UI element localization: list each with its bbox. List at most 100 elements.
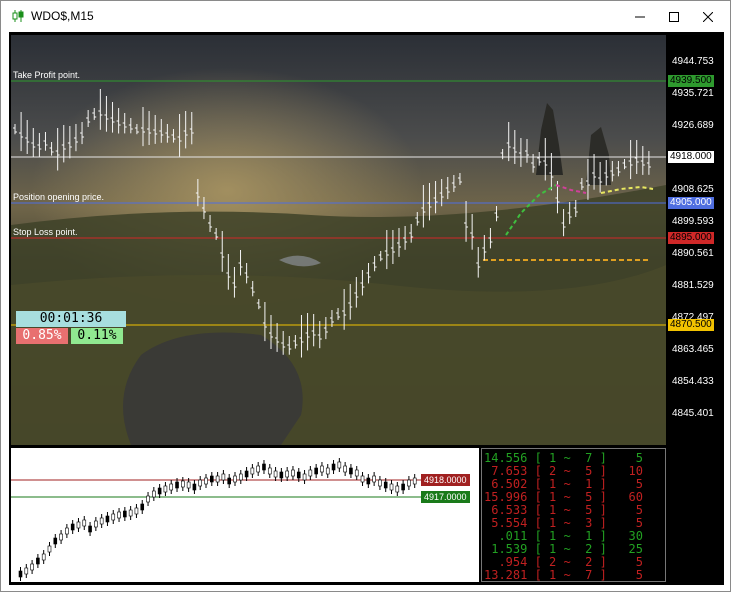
close-icon bbox=[703, 11, 713, 22]
sub-candle-body bbox=[65, 527, 69, 535]
minimize-button[interactable] bbox=[623, 1, 657, 32]
axis-tick: 4881.529 bbox=[672, 280, 714, 291]
maximize-icon bbox=[669, 11, 679, 22]
stats-row: 5.554 [ 1 ~ 3 ] 5 bbox=[484, 516, 643, 530]
candlestick-chart-icon bbox=[12, 10, 24, 22]
sub-candle-body bbox=[378, 479, 382, 487]
sub-candle-body bbox=[169, 483, 174, 491]
opening-price-badge: 4905.000 bbox=[668, 197, 714, 209]
sub-candle-body bbox=[157, 487, 162, 495]
sub-candle-body bbox=[354, 469, 359, 477]
sub-candle-body bbox=[152, 490, 156, 498]
stats-row: 14.556 [ 1 ~ 7 ] 5 bbox=[484, 451, 643, 465]
sub-candle-body bbox=[18, 570, 23, 578]
axis-tick: 4845.401 bbox=[672, 408, 714, 419]
sub-candle-body bbox=[186, 481, 191, 489]
sub-candle-body bbox=[76, 521, 81, 529]
price-axis[interactable]: 4944.753 4935.721 4926.689 4908.625 4899… bbox=[666, 35, 724, 445]
maximize-button[interactable] bbox=[657, 1, 691, 32]
sub-candle-body bbox=[372, 475, 376, 483]
sub-candle-body bbox=[204, 477, 208, 485]
sub-candle-body bbox=[279, 471, 284, 479]
green-trend-dashes bbox=[505, 184, 557, 236]
close-button[interactable] bbox=[691, 1, 725, 32]
yellow-trend-dashes bbox=[600, 185, 654, 194]
sub-red-badge: 4918.0000 bbox=[421, 474, 470, 486]
sub-candle-body bbox=[267, 467, 272, 475]
stats-row: 15.996 [ 1 ~ 5 ] 60 bbox=[484, 490, 643, 504]
stats-row: .011 [ 1 ~ 1 ] 30 bbox=[484, 529, 643, 543]
sub-candle-body bbox=[36, 557, 40, 565]
sub-candle-body bbox=[407, 479, 411, 487]
main-chart-overlay bbox=[11, 80, 666, 358]
take-profit-price-badge: 4939.500 bbox=[668, 75, 714, 87]
sub-candle-body bbox=[163, 485, 168, 493]
sub-candle-body bbox=[146, 495, 150, 503]
stop-loss-price-badge: 4895.000 bbox=[668, 232, 714, 244]
axis-tick: 4899.593 bbox=[672, 216, 714, 227]
sub-candle-body bbox=[273, 470, 278, 478]
title-bar[interactable]: WDO$,M15 bbox=[1, 1, 730, 32]
stats-table: 14.556 [ 1 ~ 7 ] 5 7.653 [ 2 ~ 5 ] 10 6.… bbox=[481, 448, 666, 582]
sub-candle-body bbox=[192, 483, 197, 491]
sub-candle-body bbox=[343, 465, 347, 473]
sub-candle-body bbox=[117, 511, 121, 519]
stats-row: 13.281 [ 1 ~ 7 ] 5 bbox=[484, 568, 643, 582]
sub-candle-body bbox=[302, 473, 307, 481]
main-price-chart[interactable]: Take Profit point. Position opening pric… bbox=[11, 35, 666, 445]
sub-candle-body bbox=[256, 465, 260, 473]
sub-candle-body bbox=[94, 520, 98, 528]
sub-candle-body bbox=[221, 473, 226, 481]
sub-candle-body bbox=[250, 467, 255, 475]
sub-candle-body bbox=[53, 537, 58, 545]
sub-candle-body bbox=[320, 465, 324, 473]
sub-candle-body bbox=[227, 477, 231, 485]
pct-left-badge: 0.85% bbox=[16, 328, 68, 344]
opening-price-label: Position opening price. bbox=[13, 192, 105, 202]
sub-chart-panel[interactable]: 4918.0000 4917.0000 bbox=[11, 448, 479, 582]
sub-candle-body bbox=[30, 563, 34, 571]
sub-candle-body bbox=[123, 510, 127, 518]
sub-candle-body bbox=[395, 485, 400, 493]
sub-candle-body bbox=[389, 483, 394, 491]
axis-tick: 4935.721 bbox=[672, 88, 714, 99]
sub-candle-body bbox=[215, 475, 220, 483]
sub-chart-plot bbox=[11, 458, 421, 581]
stats-row: .954 [ 2 ~ 2 ] 5 bbox=[484, 555, 643, 569]
sub-candle-body bbox=[175, 481, 179, 489]
sub-candles bbox=[18, 458, 417, 581]
sub-candle-body bbox=[105, 515, 110, 523]
axis-tick: 4908.625 bbox=[672, 184, 714, 195]
sub-candle-body bbox=[325, 467, 330, 475]
stop-loss-label: Stop Loss point. bbox=[13, 227, 78, 237]
sub-candle-body bbox=[82, 519, 87, 527]
stats-row: 6.502 [ 1 ~ 1 ] 5 bbox=[484, 477, 643, 491]
sub-candle-body bbox=[296, 471, 301, 479]
sub-candle-body bbox=[233, 475, 237, 483]
sub-candle-body bbox=[134, 507, 139, 515]
chart-area: Take Profit point. Position opening pric… bbox=[9, 32, 724, 585]
sub-candle-body bbox=[88, 525, 92, 533]
sub-candle-body bbox=[99, 517, 104, 525]
minimize-icon bbox=[635, 16, 645, 17]
sub-candle-body bbox=[181, 480, 185, 488]
sub-candle-body bbox=[238, 473, 243, 481]
take-profit-label: Take Profit point. bbox=[13, 70, 81, 80]
candle-timer: 00:01:36 bbox=[16, 311, 126, 327]
axis-tick: 4863.465 bbox=[672, 344, 714, 355]
terminal-window: WDO$,M15 Take Profit point. Position ope… bbox=[0, 0, 731, 592]
current-price-badge: 4918.000 bbox=[668, 151, 714, 163]
sub-candle-body bbox=[308, 469, 313, 477]
sub-candle-body bbox=[59, 533, 63, 541]
sub-candle-body bbox=[360, 475, 365, 483]
sub-candle-body bbox=[412, 477, 417, 485]
sub-candle-body bbox=[401, 483, 405, 491]
sub-candle-body bbox=[383, 481, 388, 489]
sub-candle-body bbox=[331, 463, 336, 471]
sub-candle-body bbox=[291, 469, 295, 477]
stats-row: 1.539 [ 1 ~ 2 ] 25 bbox=[484, 542, 643, 556]
sub-candle-body bbox=[366, 477, 371, 485]
sub-candle-body bbox=[128, 509, 133, 517]
axis-tick: 4926.689 bbox=[672, 120, 714, 131]
pct-right-badge: 0.11% bbox=[71, 328, 123, 344]
